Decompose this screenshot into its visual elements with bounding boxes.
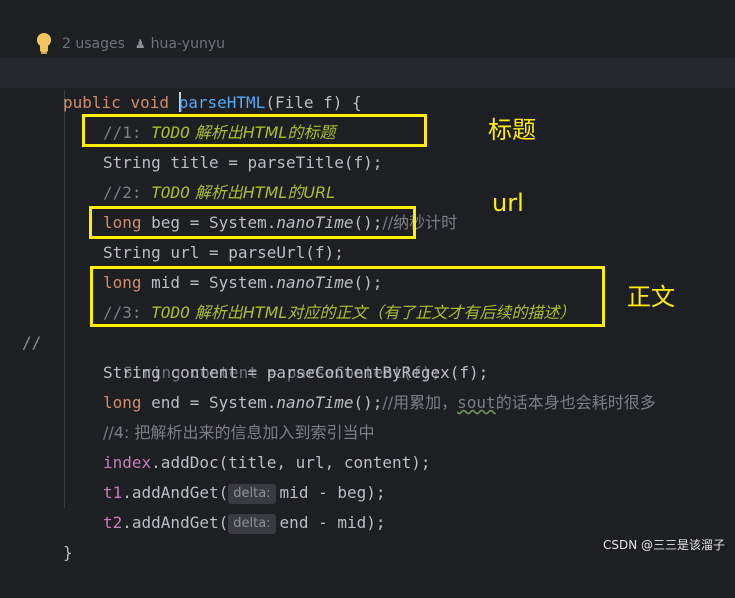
code-editor[interactable]: 2 usages ♟ hua-yunyu public void parseHT… (0, 0, 735, 562)
code-line-comment-2[interactable]: //2: TODO 解析出HTML的URL (0, 148, 735, 202)
code-line-close[interactable]: } (0, 508, 735, 562)
code-line-content[interactable]: String content = parseContentByRegex(f); (0, 328, 735, 382)
code-line-t2[interactable]: t2.addAndGet(delta: end - mid); (0, 478, 735, 534)
code-line-beg[interactable]: long beg = System.nanoTime();//纳秒计时 (0, 178, 735, 232)
annotation-label-title: 标题 (488, 116, 536, 144)
watermark: CSDN @三三是该溜子 (602, 538, 725, 552)
annotation-label-url: url (492, 189, 524, 217)
annotation-label-content: 正文 (627, 283, 675, 311)
author-name[interactable]: hua-yunyu (151, 36, 225, 52)
code-line-signature[interactable]: public void parseHTML(File f) { (0, 58, 735, 112)
code-line-mid[interactable]: long mid = System.nanoTime(); (0, 238, 735, 292)
code-line-adddoc[interactable]: index.addDoc(title, url, content); (0, 418, 735, 472)
highlight-box-title (82, 114, 427, 147)
usages-link[interactable]: 2 usages (62, 36, 125, 52)
code-line-comment-4[interactable]: //4: 把解析出来的信息加入到索引当中 (0, 388, 735, 442)
highlight-box-url (89, 206, 416, 239)
user-icon: ♟ (134, 37, 146, 51)
code-line-t1[interactable]: t1.addAndGet(delta: mid - beg); (0, 448, 735, 504)
highlight-box-content (90, 266, 605, 327)
closing-brace: } (63, 543, 73, 562)
code-line-end[interactable]: long end = System.nanoTime();//用累加，sout的… (0, 358, 735, 412)
code-vision-hint: 2 usages ♟ hua-yunyu (34, 33, 225, 55)
lightbulb-icon[interactable] (34, 33, 54, 55)
